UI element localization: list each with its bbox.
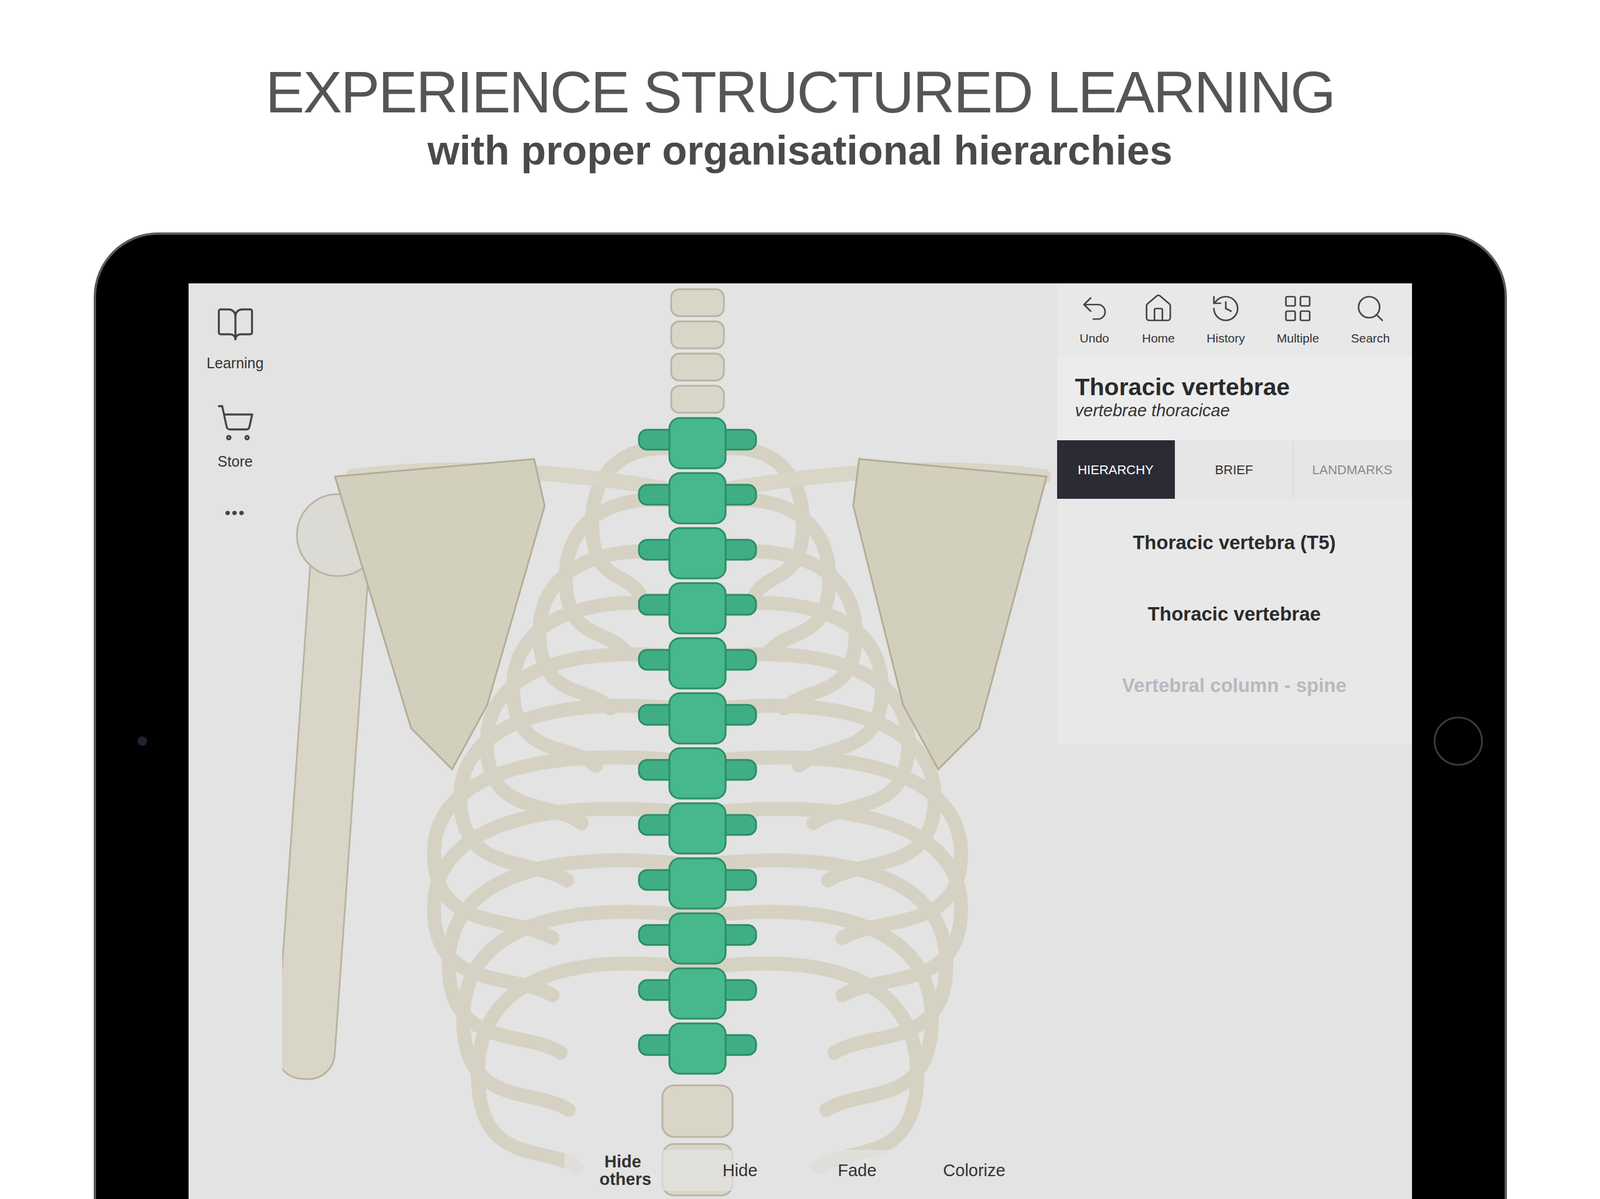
left-rail: Learning Store ••• (188, 283, 283, 1199)
toolbar-label: History (1206, 329, 1245, 348)
info-panel: Undo Home History Multiple Search Thoracic ve… (1057, 283, 1413, 1199)
tablet-frame: Learning Store ••• Hide othersHideFadeColor… (93, 232, 1507, 1199)
grid-icon (1281, 292, 1314, 325)
hierarchy-list: Thoracic vertebra (T5)Thoracic vertebrae… (1057, 498, 1413, 745)
more-button[interactable]: ••• (224, 500, 246, 526)
rail-item[interactable]: Store (215, 402, 256, 474)
hierarchy-item[interactable]: Vertebral column - spine (1057, 650, 1413, 722)
undo-icon (1078, 292, 1111, 325)
selection-title: Thoracic vertebraevertebrae thoracicae (1057, 356, 1413, 441)
action-button[interactable]: Hide others (564, 1150, 682, 1192)
rail-item-label: Learning (206, 352, 264, 375)
screen: Learning Store ••• Hide othersHideFadeColor… (188, 283, 1413, 1199)
camera-icon (137, 736, 147, 747)
book-icon (215, 304, 256, 345)
search-icon (1354, 292, 1387, 325)
home-icon (1142, 292, 1175, 325)
tabs: HIERARCHYBRIEFLANDMARKS (1057, 440, 1413, 499)
action-button[interactable]: Fade (798, 1150, 916, 1192)
skeleton-model[interactable] (282, 283, 1058, 1199)
action-button[interactable]: Hide (681, 1150, 799, 1192)
tab[interactable]: LANDMARKS (1293, 440, 1413, 499)
left-bezel (96, 283, 189, 1199)
action-bar: Hide othersHideFadeColorize (564, 1150, 1034, 1192)
rail-item[interactable]: Learning (206, 304, 264, 375)
store-icon (215, 402, 256, 443)
tab[interactable]: BRIEF (1175, 440, 1294, 499)
action-button[interactable]: Colorize (915, 1150, 1034, 1192)
home-button-icon[interactable] (1433, 716, 1483, 767)
header: EXPERIENCE STRUCTURED LEARNINGwith prope… (265, 0, 1335, 176)
toolbar-button[interactable]: Multiple (1276, 292, 1319, 348)
header-title: EXPERIENCE STRUCTURED LEARNING (265, 58, 1335, 126)
toolbar-label: Undo (1079, 329, 1110, 348)
toolbar-button[interactable]: Search (1351, 292, 1391, 348)
tab[interactable]: HIERARCHY (1057, 440, 1176, 499)
toolbar-button[interactable]: Undo (1078, 292, 1111, 348)
toolbar-label: Multiple (1276, 329, 1319, 348)
page: EXPERIENCE STRUCTURED LEARNINGwith prope… (0, 0, 1600, 1199)
right-bezel (1412, 283, 1505, 1199)
viewport: Hide othersHideFadeColorize (282, 283, 1058, 1199)
rail-item-label: Store (217, 450, 254, 474)
toolbar-label: Search (1351, 329, 1391, 348)
toolbar-label: Home (1142, 329, 1175, 348)
selection-latin: vertebrae thoracicae (1075, 400, 1394, 422)
hierarchy-item[interactable]: Thoracic vertebrae (1057, 578, 1413, 651)
toolbar: Undo Home History Multiple Search (1057, 283, 1413, 357)
selection-name: Thoracic vertebrae (1075, 374, 1394, 401)
header-subtitle: with proper organisational hierarchies (427, 125, 1173, 176)
toolbar-button[interactable]: Home (1142, 292, 1175, 348)
hierarchy-item[interactable]: Thoracic vertebra (T5) (1057, 507, 1413, 579)
history-icon (1209, 292, 1242, 325)
toolbar-button[interactable]: History (1206, 292, 1245, 348)
